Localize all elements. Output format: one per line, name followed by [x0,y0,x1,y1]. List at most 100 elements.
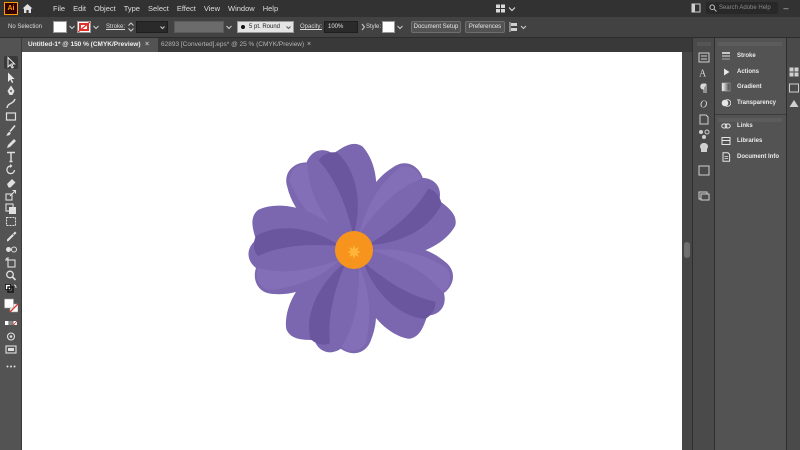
arrange-align-menu-icon[interactable] [509,21,529,33]
menu-window[interactable]: Window [224,0,259,17]
brush-dot-icon [241,25,245,29]
menu-edit[interactable]: Edit [69,0,90,17]
direct-selection-tool-icon[interactable] [4,71,18,84]
menu-object[interactable]: Object [90,0,120,17]
paintbrush-tool-icon[interactable] [4,124,18,137]
layers-icon[interactable] [789,98,799,108]
brush-label: 5 pt. Round [249,24,281,30]
properties-icon[interactable] [698,52,710,63]
blend-tool-icon[interactable] [4,243,18,256]
stroke-label[interactable]: Stroke: [106,17,125,37]
minimize-icon[interactable]: – [780,1,792,15]
rotate-tool-icon[interactable] [4,163,18,176]
fill-dropdown-chevron-down-icon[interactable] [68,21,76,33]
graphic-style-swatch[interactable] [382,21,395,33]
graphic-styles-icon[interactable] [698,142,710,153]
home-icon[interactable] [21,2,34,15]
panel-label: Libraries [737,138,763,144]
screen-mode-icon[interactable] [4,343,18,356]
app-logo: Ai [4,2,18,15]
curvature-tool-icon[interactable] [4,97,18,110]
menu-help[interactable]: Help [259,0,282,17]
panel-stroke[interactable]: Stroke [719,49,785,63]
default-fill-stroke-icon[interactable] [4,283,18,296]
panel-label: Links [737,123,753,129]
opentype-icon[interactable]: O [698,98,710,111]
play-icon [724,68,730,76]
menu-view[interactable]: View [200,0,224,17]
tab-label: 62893 [Converted].eps* @ 25 % (CMYK/Prev… [161,41,305,48]
pen-tool-icon[interactable] [4,84,18,97]
arrange-documents-icon[interactable] [691,3,701,13]
panel-grip[interactable] [696,41,712,47]
artboard-tool-icon[interactable] [4,256,18,269]
free-transform-tool-icon[interactable] [4,215,18,228]
eraser-tool-icon[interactable] [4,176,18,189]
opacity-field[interactable]: 100% [324,21,358,33]
document-panel-icon[interactable] [698,114,710,125]
color-gradient-none-icon[interactable] [4,317,18,330]
panel-transparency[interactable]: Transparency [719,96,785,110]
close-icon[interactable]: × [307,38,311,52]
fill-stroke-swatches[interactable] [4,297,18,315]
vertical-scrollbar[interactable] [682,52,692,450]
style-dropdown-chevron-down-icon[interactable] [396,21,404,33]
paragraph-icon[interactable] [698,83,710,94]
document-tab-strip: Untitled-1* @ 150 % (CMYK/Preview) × 628… [22,38,692,52]
panel-gradient[interactable]: Gradient [719,80,785,94]
selection-status: No Selection [8,24,43,30]
tab-untitled-1[interactable]: Untitled-1* @ 150 % (CMYK/Preview) × [22,38,158,52]
menu-items: File Edit Object Type Select Effect View… [49,0,282,17]
menu-type[interactable]: Type [120,0,144,17]
panel-libraries[interactable]: Libraries [719,134,785,148]
brushes-icon[interactable] [789,83,799,93]
stroke-swatch-none[interactable] [77,21,91,33]
character-icon[interactable]: A [698,67,710,80]
more-tools-icon[interactable] [4,360,18,373]
opacity-label[interactable]: Opacity: [300,17,322,37]
gradient-icon [721,82,731,92]
artboards-icon[interactable] [698,190,710,201]
menu-file[interactable]: File [49,0,69,17]
expanded-panel-list: Stroke Actions Gradient Transparency Lin… [714,38,787,450]
scale-tool-icon[interactable] [4,189,18,202]
rectangle-tool-icon[interactable] [4,110,18,123]
fill-swatch[interactable] [53,21,67,33]
align-icon[interactable] [698,165,710,176]
search-input[interactable]: Search Adobe Help [706,2,778,14]
workspace-switcher-icon[interactable] [494,2,518,15]
tools-panel [0,38,22,450]
artboard-canvas[interactable] [22,52,682,450]
stroke-weight-field[interactable] [136,21,168,33]
panel-actions[interactable]: Actions [719,65,785,79]
menu-select[interactable]: Select [144,0,173,17]
panel-links[interactable]: Links [719,119,785,133]
tab-62893-converted[interactable]: 62893 [Converted].eps* @ 25 % (CMYK/Prev… [155,38,331,52]
type-tool-icon[interactable] [4,150,18,163]
preferences-button[interactable]: Preferences [465,21,505,33]
pencil-tool-icon[interactable] [4,137,18,150]
flower-artwork[interactable] [22,52,682,450]
menu-effect[interactable]: Effect [173,0,200,17]
selection-tool-icon[interactable] [4,56,18,69]
brush-definition-field[interactable]: 5 pt. Round [237,21,294,33]
transparency-icon [721,99,731,107]
stroke-weight-stepper-icon[interactable] [127,21,135,33]
symbols-icon[interactable] [698,129,710,140]
drawing-modes-icon[interactable] [4,330,18,343]
links-icon [721,123,731,129]
document-setup-button[interactable]: Document Setup [411,21,461,33]
panel-group-divider [715,114,787,115]
document-info-icon [722,152,731,162]
scrollbar-thumb[interactable] [684,242,690,258]
swatches-icon[interactable] [789,67,799,77]
panel-grip[interactable] [717,41,783,47]
shape-builder-tool-icon[interactable] [4,202,18,215]
panel-document-info[interactable]: Document Info [719,150,785,164]
close-icon[interactable]: × [145,38,149,52]
zoom-tool-icon[interactable] [4,269,18,282]
variable-width-profile-field[interactable] [174,21,224,33]
eyedropper-tool-icon[interactable] [4,230,18,243]
stroke-dropdown-chevron-down-icon[interactable] [92,21,100,33]
profile-dropdown-chevron-down-icon[interactable] [225,21,233,33]
